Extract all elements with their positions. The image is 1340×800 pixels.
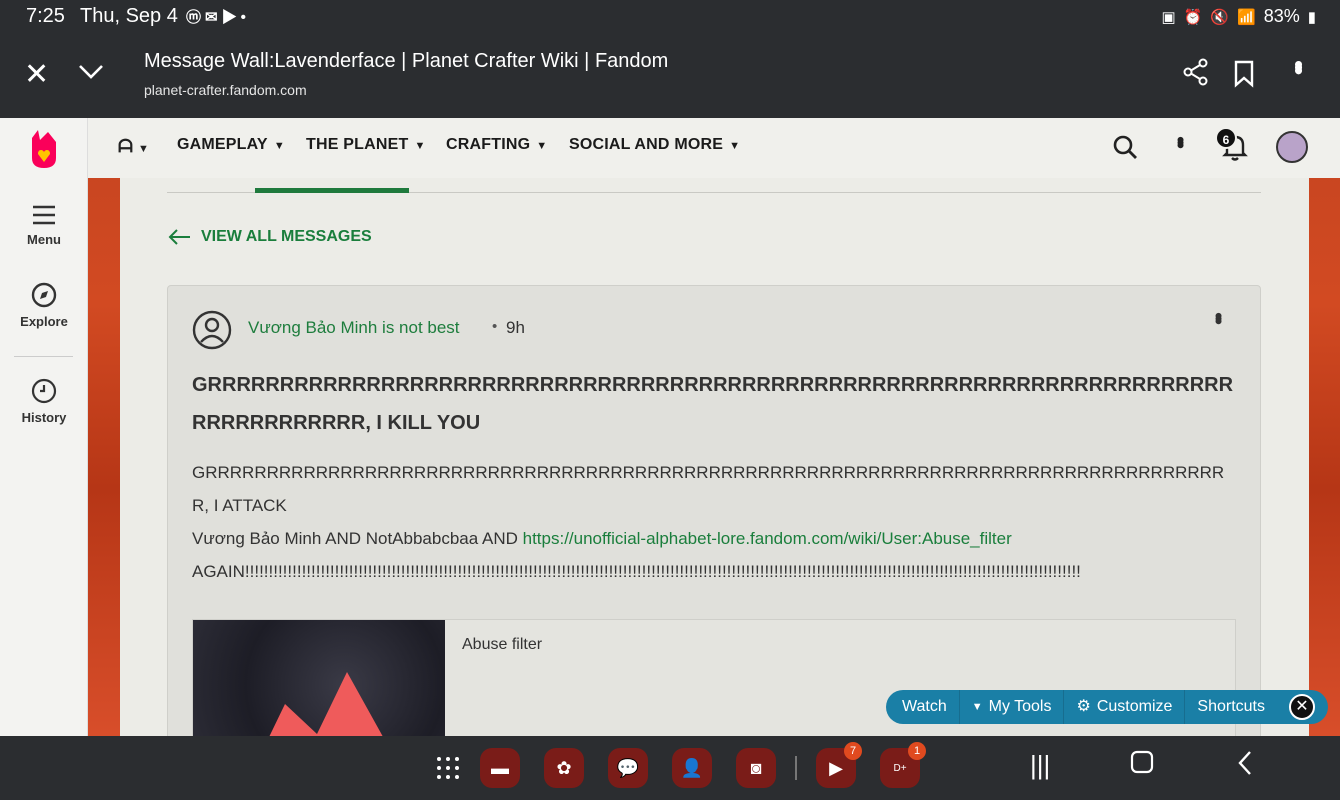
wiki-nav-bar: ᗩ ▼ GAMEPLAY ▼ THE PLANET ▼ CRAFTING ▼ SOCI… (88, 118, 1340, 178)
status-time: 7:25 (26, 5, 65, 27)
disney-badge: 1 (908, 742, 926, 760)
mute-icon: 🔇 (1210, 8, 1230, 26)
compass-icon (31, 282, 57, 308)
page-title: Message Wall:Lavenderface | Planet Craft… (144, 50, 669, 72)
message-age: 9h (506, 318, 525, 337)
youtube-badge: 7 (844, 742, 862, 760)
camera-app-icon[interactable]: ◙ (736, 748, 776, 788)
page-url[interactable]: planet-crafter.fandom.com (144, 82, 307, 98)
body-line-2: Vương Bảo Minh AND NotAbbabcbaa AND http… (192, 529, 1012, 548)
watch-button[interactable]: Watch (886, 690, 960, 724)
caret-down-icon: ▼ (729, 140, 741, 152)
view-all-label: VIEW ALL MESSAGES (201, 228, 372, 245)
main-content: VIEW ALL MESSAGES Vương Bảo Minh is not … (120, 178, 1309, 750)
fandom-logo[interactable] (28, 128, 60, 175)
rail-divider (14, 356, 73, 357)
menu-button[interactable]: Menu (0, 204, 88, 247)
status-date: Thu, Sep 4 (80, 5, 178, 27)
recents-icon[interactable]: ||| (1030, 750, 1050, 781)
more-options-icon[interactable]: ••• (1284, 60, 1314, 69)
customize-button[interactable]: ⚙ Customize (1064, 690, 1186, 724)
nav-the-planet[interactable]: THE PLANET ▼ (306, 136, 426, 154)
wiki-logo-icon[interactable]: ᗩ ▼ (118, 136, 149, 157)
notification-icons: ⓜ✉▶• (186, 9, 250, 26)
battery-icon: ▮ (1307, 8, 1316, 26)
user-icon[interactable] (192, 310, 232, 355)
messages-app-icon[interactable]: 💬 (608, 748, 648, 788)
nav-social-and-more[interactable]: SOCIAL AND MORE ▼ (569, 136, 740, 154)
body-line-3: AGAIN!!!!!!!!!!!!!!!!!!!!!!!!!!!!!!!!!!!… (192, 562, 1081, 581)
view-all-messages-link[interactable]: VIEW ALL MESSAGES (167, 228, 372, 246)
active-tab-indicator (255, 188, 409, 193)
explore-label: Explore (20, 314, 68, 329)
status-right: ▣ ⏰ 🔇 📶 83% ▮ (1161, 6, 1316, 27)
alarm-icon: ⏰ (1183, 8, 1203, 26)
taskbar-separator (795, 756, 797, 780)
menu-label: Menu (27, 232, 61, 247)
app-drawer-icon[interactable] (428, 748, 468, 788)
message-author[interactable]: Vương Bảo Minh is not best (248, 318, 460, 338)
message-card: Vương Bảo Minh is not best • 9h ••• GRRR… (167, 285, 1261, 750)
clock-icon (31, 378, 57, 404)
search-icon[interactable] (1112, 134, 1138, 165)
user-avatar[interactable] (1276, 131, 1308, 163)
message-options-icon[interactable]: ••• (1206, 312, 1231, 320)
back-icon[interactable] (1236, 750, 1254, 783)
bookmark-icon[interactable] (1232, 60, 1256, 93)
close-toolbar-icon[interactable]: ✕ (1289, 694, 1315, 720)
arrow-left-icon (168, 229, 190, 245)
explore-button[interactable]: Explore (0, 282, 88, 329)
nav-gameplay[interactable]: GAMEPLAY ▼ (177, 136, 285, 154)
message-title: GRRRRRRRRRRRRRRRRRRRRRRRRRRRRRRRRRRRRRRR… (192, 374, 1234, 434)
shortcuts-button[interactable]: Shortcuts (1185, 690, 1277, 724)
status-bar: 7:25 Thu, Sep 4 ⓜ✉▶• ▣ ⏰ 🔇 📶 83% ▮ (0, 0, 1340, 34)
link-preview-title: Abuse filter (462, 636, 543, 653)
gallery-app-icon[interactable]: ✿ (544, 748, 584, 788)
close-tab-icon[interactable]: ✕ (24, 60, 49, 90)
caret-down-icon: ▼ (536, 140, 548, 152)
meta-separator: • (492, 318, 498, 335)
browser-toolbar: ✕ Message Wall:Lavenderface | Planet Cra… (0, 34, 1340, 118)
home-icon[interactable] (1130, 750, 1154, 781)
nfc-icon: ▣ (1161, 8, 1176, 26)
link-preview-thumbnail (193, 620, 445, 750)
battery-percent: 83% (1263, 6, 1300, 26)
history-label: History (21, 410, 67, 425)
wiki-more-icon[interactable]: ••• (1168, 136, 1193, 144)
disney-app-icon[interactable]: D+ 1 (880, 742, 926, 788)
my-tools-button[interactable]: ▼ My Tools (960, 690, 1065, 724)
share-icon[interactable] (1182, 58, 1210, 91)
fandom-left-rail: Menu Explore History (0, 118, 88, 736)
notification-badge: 6 (1215, 127, 1237, 149)
abuse-filter-link[interactable]: https://unofficial-alphabet-lore.fandom.… (523, 529, 1012, 548)
history-button[interactable]: History (0, 378, 88, 425)
chevron-down-icon[interactable] (78, 58, 104, 89)
caret-down-icon: ▼ (414, 140, 426, 152)
link-preview-card[interactable]: Abuse filter (192, 619, 1236, 750)
message-body: GRRRRRRRRRRRRRRRRRRRRRRRRRRRRRRRRRRRRRRR… (192, 456, 1240, 588)
wifi-icon: 📶 (1237, 8, 1256, 26)
gear-icon: ⚙ (1076, 698, 1091, 715)
hamburger-icon (33, 205, 55, 225)
community-toolbar: Watch ▼ My Tools ⚙ Customize Shortcuts ✕ (886, 690, 1328, 724)
contacts-app-icon[interactable]: 👤 (672, 748, 712, 788)
caret-down-icon: ▼ (273, 140, 285, 152)
body-line-1: GRRRRRRRRRRRRRRRRRRRRRRRRRRRRRRRRRRRRRRR… (192, 463, 1225, 515)
nav-crafting[interactable]: CRAFTING ▼ (446, 136, 547, 154)
youtube-app-icon[interactable]: ▶ 7 (816, 742, 862, 788)
caret-down-icon: ▼ (971, 701, 983, 713)
android-taskbar: ▬ ✿ 💬 👤 ◙ ▶ 7 D+ 1 ||| (0, 736, 1340, 800)
files-app-icon[interactable]: ▬ (480, 748, 520, 788)
